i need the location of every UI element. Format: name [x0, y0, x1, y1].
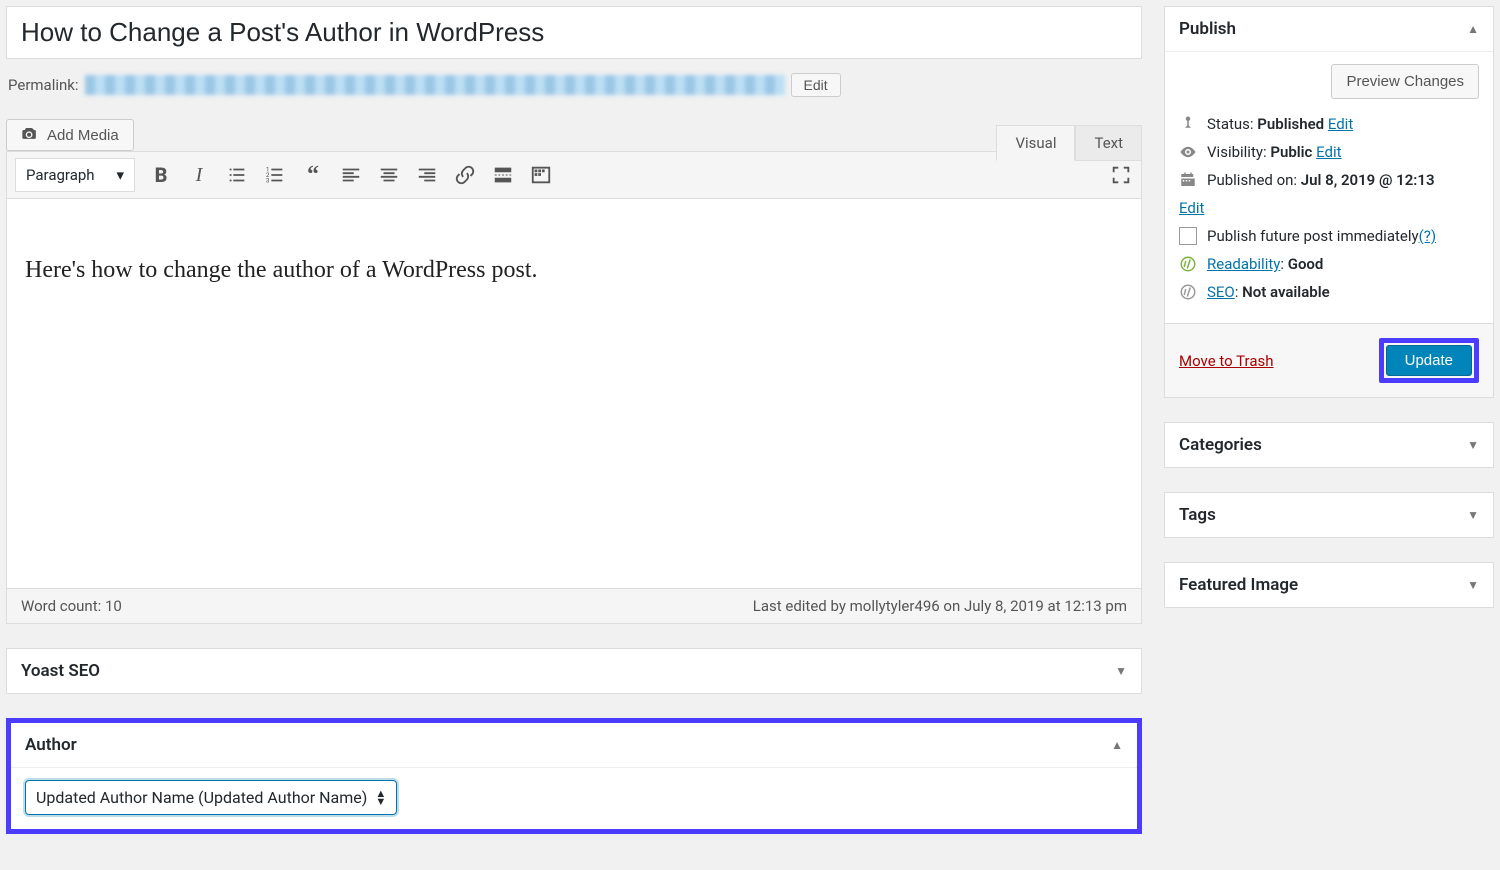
- readability-value: Good: [1288, 255, 1324, 273]
- add-media-label: Add Media: [47, 127, 119, 144]
- future-post-label: Publish future post immediately: [1207, 227, 1419, 245]
- camera-icon: [21, 126, 39, 144]
- permalink-edit-button[interactable]: Edit: [791, 73, 841, 97]
- chevron-up-icon: ▲: [1111, 738, 1123, 752]
- readability-link[interactable]: Readability: [1207, 255, 1280, 273]
- author-panel-title: Author: [25, 735, 77, 755]
- publish-panel-title: Publish: [1179, 19, 1236, 39]
- eye-icon: [1179, 143, 1197, 161]
- visibility-edit-link[interactable]: Edit: [1316, 143, 1341, 161]
- published-label: Published on:: [1207, 171, 1297, 189]
- number-list-icon[interactable]: 123: [263, 163, 287, 187]
- bold-icon[interactable]: B: [149, 163, 173, 187]
- editor-toolbar: Paragraph ▾ B I 123 “: [6, 151, 1142, 199]
- toolbar-toggle-icon[interactable]: [529, 163, 553, 187]
- format-select-label: Paragraph: [26, 166, 95, 184]
- post-title-input[interactable]: [6, 6, 1142, 59]
- update-button[interactable]: Update: [1386, 345, 1472, 376]
- tab-text[interactable]: Text: [1075, 125, 1142, 161]
- featured-image-title: Featured Image: [1179, 575, 1298, 595]
- categories-title: Categories: [1179, 435, 1262, 455]
- publish-panel-header[interactable]: Publish ▲: [1165, 7, 1493, 52]
- published-value: Jul 8, 2019 @ 12:13: [1301, 171, 1435, 189]
- yoast-readability-icon: [1179, 255, 1197, 273]
- update-highlight: Update: [1379, 338, 1479, 383]
- move-to-trash-link[interactable]: Move to Trash: [1179, 352, 1273, 370]
- status-label: Status:: [1207, 115, 1254, 133]
- tab-visual[interactable]: Visual: [996, 125, 1075, 161]
- seo-link[interactable]: SEO: [1207, 283, 1235, 301]
- pin-icon: [1179, 115, 1197, 133]
- help-link[interactable]: (?): [1419, 227, 1436, 245]
- word-count: Word count: 10: [21, 597, 122, 615]
- link-icon[interactable]: [453, 163, 477, 187]
- permalink-label: Permalink:: [8, 76, 79, 94]
- yoast-seo-icon: [1179, 283, 1197, 301]
- preview-changes-button[interactable]: Preview Changes: [1331, 64, 1479, 99]
- yoast-panel-title: Yoast SEO: [21, 661, 100, 681]
- author-panel-header[interactable]: Author ▲: [11, 723, 1137, 768]
- blockquote-icon[interactable]: “: [301, 163, 325, 187]
- published-edit-link[interactable]: Edit: [1179, 199, 1479, 217]
- select-caret-icon: ▲▼: [375, 790, 386, 806]
- chevron-up-icon: ▲: [1467, 22, 1479, 36]
- editor-content-text: Here's how to change the author of a Wor…: [25, 257, 538, 283]
- fullscreen-icon[interactable]: [1109, 163, 1133, 187]
- chevron-down-icon: ▼: [1467, 578, 1479, 592]
- chevron-down-icon: ▼: [1115, 664, 1127, 678]
- tags-title: Tags: [1179, 505, 1216, 525]
- align-center-icon[interactable]: [377, 163, 401, 187]
- add-media-button[interactable]: Add Media: [6, 119, 134, 151]
- chevron-down-icon: ▾: [116, 166, 124, 184]
- visibility-value: Public: [1270, 143, 1312, 161]
- yoast-seo-panel-header[interactable]: Yoast SEO ▼: [7, 649, 1141, 693]
- tags-panel-header[interactable]: Tags ▼: [1165, 493, 1493, 537]
- read-more-icon[interactable]: [491, 163, 515, 187]
- status-value: Published: [1257, 115, 1324, 133]
- author-select[interactable]: Updated Author Name (Updated Author Name…: [25, 780, 397, 815]
- align-right-icon[interactable]: [415, 163, 439, 187]
- align-left-icon[interactable]: [339, 163, 363, 187]
- permalink-value-redacted: [85, 75, 785, 95]
- editor-content-area[interactable]: Here's how to change the author of a Wor…: [6, 199, 1142, 589]
- format-select[interactable]: Paragraph ▾: [15, 158, 135, 192]
- last-edited: Last edited by mollytyler496 on July 8, …: [753, 597, 1127, 615]
- svg-text:3: 3: [266, 176, 270, 184]
- bullet-list-icon[interactable]: [225, 163, 249, 187]
- future-post-checkbox[interactable]: [1179, 227, 1197, 245]
- seo-value: Not available: [1242, 283, 1330, 301]
- visibility-label: Visibility:: [1207, 143, 1267, 161]
- italic-icon[interactable]: I: [187, 163, 211, 187]
- author-select-value: Updated Author Name (Updated Author Name…: [36, 788, 367, 807]
- categories-panel-header[interactable]: Categories ▼: [1165, 423, 1493, 467]
- status-edit-link[interactable]: Edit: [1328, 115, 1353, 133]
- chevron-down-icon: ▼: [1467, 438, 1479, 452]
- calendar-icon: [1179, 171, 1197, 189]
- chevron-down-icon: ▼: [1467, 508, 1479, 522]
- featured-image-panel-header[interactable]: Featured Image ▼: [1165, 563, 1493, 607]
